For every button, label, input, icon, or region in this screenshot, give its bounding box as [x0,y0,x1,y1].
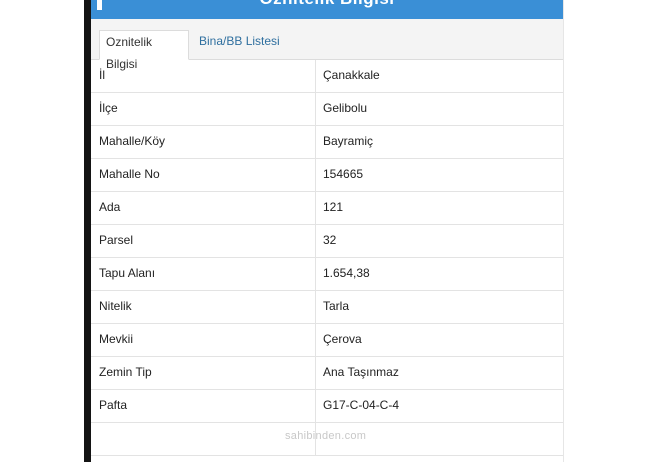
row-label: Zemin Tip [99,365,152,379]
table-row: İl Çanakkale [91,60,563,93]
panel-title: Öznitelik Bilgisi [91,0,563,9]
column-divider [315,192,316,224]
column-divider [315,126,316,158]
column-divider [315,390,316,422]
table-row: Mahalle/Köy Bayramiç [91,126,563,159]
column-divider [315,93,316,125]
row-label: Nitelik [99,299,132,313]
row-value: 121 [323,200,344,214]
watermark: sahibinden.com [285,430,367,442]
row-value: 1.654,38 [323,266,370,280]
table-row: Ada 121 [91,192,563,225]
parcel-info-panel: Öznitelik Bilgisi Oznitelik Bilgisi Bina… [91,0,563,462]
window-left-border [84,0,91,462]
row-label: Mahalle/Köy [99,134,166,148]
row-label: Mahalle No [99,167,160,181]
row-label: Tapu Alanı [99,266,156,280]
row-value: 32 [323,233,337,247]
tab-bar: Oznitelik Bilgisi Bina/BB Listesi [91,19,563,71]
column-divider [315,60,316,92]
column-divider [315,357,316,389]
table-row: Nitelik Tarla [91,291,563,324]
row-label: İlçe [99,101,118,115]
table-row: İlçe Gelibolu [91,93,563,126]
row-value: Tarla [323,299,350,313]
row-value: Bayramiç [323,134,374,148]
panel-header: Öznitelik Bilgisi [91,0,563,19]
row-label: İl [99,68,105,82]
table-row: Parsel 32 [91,225,563,258]
row-value: G17-C-04-C-4 [323,398,400,412]
column-divider [315,159,316,191]
attribute-table: İl Çanakkale İlçe Gelibolu Mahalle/Köy B… [91,60,563,456]
table-row: Pafta G17-C-04-C-4 [91,390,563,423]
table-row: Mahalle No 154665 [91,159,563,192]
row-value: Çanakkale [323,68,380,82]
row-value: Ana Taşınmaz [323,365,399,379]
panel-right-edge [563,0,564,462]
column-divider [315,291,316,323]
row-label: Pafta [99,398,128,412]
row-value: Gelibolu [323,101,368,115]
row-value: Çerova [323,332,362,346]
tab-building-list[interactable]: Bina/BB Listesi [193,30,286,60]
screen: Öznitelik Bilgisi Oznitelik Bilgisi Bina… [0,0,650,462]
row-label: Mevkii [99,332,134,346]
tab-attribute-info[interactable]: Oznitelik Bilgisi [99,30,189,71]
table-row: Mevkii Çerova [91,324,563,357]
row-label: Ada [99,200,121,214]
row-value: 154665 [323,167,364,181]
row-label: Parsel [99,233,134,247]
table-row: Zemin Tip Ana Taşınmaz [91,357,563,390]
table-row: Tapu Alanı 1.654,38 [91,258,563,291]
column-divider [315,324,316,356]
column-divider [315,225,316,257]
column-divider [315,258,316,290]
